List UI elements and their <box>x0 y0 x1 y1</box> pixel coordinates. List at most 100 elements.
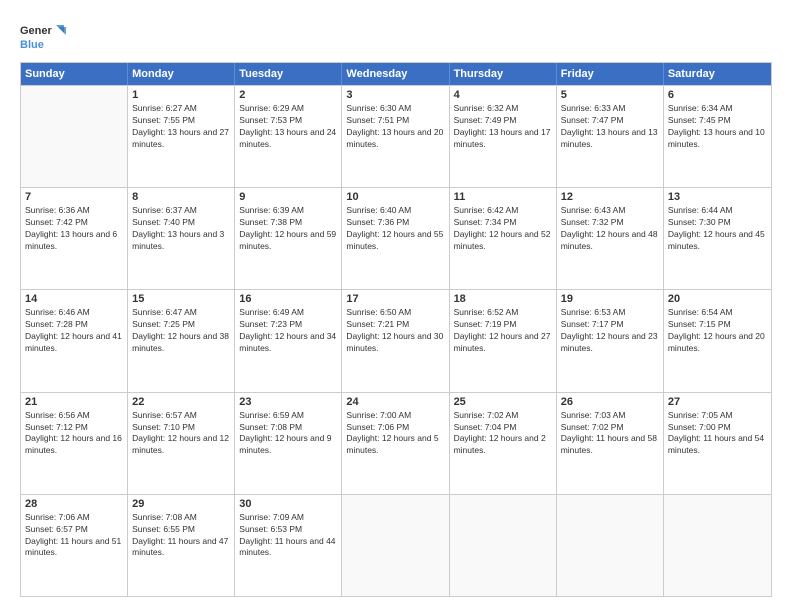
day-number-28: 28 <box>25 498 123 510</box>
day-number-19: 19 <box>561 293 659 305</box>
header-saturday: Saturday <box>664 63 771 85</box>
day-cell-20: 20 Sunrise: 6:54 AMSunset: 7:15 PMDayligh… <box>664 290 771 391</box>
day-cell-3: 3 Sunrise: 6:30 AMSunset: 7:51 PMDaylight… <box>342 86 449 187</box>
empty-cell-w5-d7 <box>664 495 771 596</box>
day-number-13: 13 <box>668 191 767 203</box>
week-row-1: 1Sunrise: 6:27 AMSunset: 7:55 PMDaylight… <box>21 85 771 187</box>
day-cell-19: 19Sunrise: 6:53 AMSunset: 7:17 PMDayligh… <box>557 290 664 391</box>
day-info-4: Sunrise: 6:32 AMSunset: 7:49 PMDaylight:… <box>454 103 552 151</box>
day-info-6: Sunrise: 6:34 AMSunset: 7:45 PMDaylight:… <box>668 103 767 151</box>
day-cell-27: 27Sunrise: 7:05 AMSunset: 7:00 PMDayligh… <box>664 393 771 494</box>
day-number-18: 18 <box>454 293 552 305</box>
day-cell-23: 23 Sunrise: 6:59 AMSunset: 7:08 PMDayligh… <box>235 393 342 494</box>
day-info-23: Sunrise: 6:59 AMSunset: 7:08 PMDaylight:… <box>239 410 337 458</box>
empty-cell-w5-d4 <box>342 495 449 596</box>
day-number-15: 15 <box>132 293 230 305</box>
day-cell-5: 5Sunrise: 6:33 AMSunset: 7:47 PMDaylight… <box>557 86 664 187</box>
day-info-17: Sunrise: 6:50 AMSunset: 7:21 PMDaylight:… <box>346 307 444 355</box>
header-tuesday: Tuesday <box>235 63 342 85</box>
day-info-22: Sunrise: 6:57 AMSunset: 7:10 PMDaylight:… <box>132 410 230 458</box>
day-number-26: 26 <box>561 396 659 408</box>
day-info-20: Sunrise: 6:54 AMSunset: 7:15 PMDaylight:… <box>668 307 767 355</box>
day-number-12: 12 <box>561 191 659 203</box>
day-number-4: 4 <box>454 89 552 101</box>
day-number-29: 29 <box>132 498 230 510</box>
day-info-9: Sunrise: 6:39 AMSunset: 7:38 PMDaylight:… <box>239 205 337 253</box>
day-cell-14: 14 Sunrise: 6:46 AMSunset: 7:28 PMDayligh… <box>21 290 128 391</box>
day-cell-1: 1Sunrise: 6:27 AMSunset: 7:55 PMDaylight… <box>128 86 235 187</box>
day-info-18: Sunrise: 6:52 AMSunset: 7:19 PMDaylight:… <box>454 307 552 355</box>
day-info-11: Sunrise: 6:42 AMSunset: 7:34 PMDaylight:… <box>454 205 552 253</box>
logo-svg: General Blue <box>20 20 52 52</box>
day-info-12: Sunrise: 6:43 AMSunset: 7:32 PMDaylight:… <box>561 205 659 253</box>
day-info-16: Sunrise: 6:49 AMSunset: 7:23 PMDaylight:… <box>239 307 337 355</box>
week-row-4: 21Sunrise: 6:56 AMSunset: 7:12 PMDayligh… <box>21 392 771 494</box>
logo-arrow <box>50 21 68 44</box>
calendar-header: SundayMondayTuesdayWednesdayThursdayFrid… <box>21 63 771 85</box>
day-cell-11: 11 Sunrise: 6:42 AMSunset: 7:34 PMDayligh… <box>450 188 557 289</box>
day-info-10: Sunrise: 6:40 AMSunset: 7:36 PMDaylight:… <box>346 205 444 253</box>
day-info-30: Sunrise: 7:09 AMSunset: 6:53 PMDaylight:… <box>239 512 337 560</box>
empty-cell-w1-d1 <box>21 86 128 187</box>
week-row-5: 28Sunrise: 7:06 AMSunset: 6:57 PMDayligh… <box>21 494 771 596</box>
day-info-26: Sunrise: 7:03 AMSunset: 7:02 PMDaylight:… <box>561 410 659 458</box>
day-cell-24: 24Sunrise: 7:00 AMSunset: 7:06 PMDayligh… <box>342 393 449 494</box>
day-number-7: 7 <box>25 191 123 203</box>
week-row-3: 14 Sunrise: 6:46 AMSunset: 7:28 PMDayligh… <box>21 289 771 391</box>
header: General Blue <box>20 20 772 52</box>
day-number-14: 14 <box>25 293 123 305</box>
day-number-23: 23 <box>239 396 337 408</box>
day-number-11: 11 <box>454 191 552 203</box>
day-cell-12: 12 Sunrise: 6:43 AMSunset: 7:32 PMDayligh… <box>557 188 664 289</box>
day-info-27: Sunrise: 7:05 AMSunset: 7:00 PMDaylight:… <box>668 410 767 458</box>
day-info-5: Sunrise: 6:33 AMSunset: 7:47 PMDaylight:… <box>561 103 659 151</box>
day-cell-26: 26 Sunrise: 7:03 AMSunset: 7:02 PMDayligh… <box>557 393 664 494</box>
day-number-10: 10 <box>346 191 444 203</box>
day-info-15: Sunrise: 6:47 AMSunset: 7:25 PMDaylight:… <box>132 307 230 355</box>
page: General Blue SundayMondayTuesdayWednesda… <box>0 0 792 612</box>
day-cell-7: 7 Sunrise: 6:36 AMSunset: 7:42 PMDaylight… <box>21 188 128 289</box>
day-cell-22: 22 Sunrise: 6:57 AMSunset: 7:10 PMDayligh… <box>128 393 235 494</box>
day-info-24: Sunrise: 7:00 AMSunset: 7:06 PMDaylight:… <box>346 410 444 458</box>
day-number-22: 22 <box>132 396 230 408</box>
day-cell-15: 15 Sunrise: 6:47 AMSunset: 7:25 PMDayligh… <box>128 290 235 391</box>
day-cell-28: 28Sunrise: 7:06 AMSunset: 6:57 PMDayligh… <box>21 495 128 596</box>
day-info-2: Sunrise: 6:29 AMSunset: 7:53 PMDaylight:… <box>239 103 337 151</box>
empty-cell-w5-d6 <box>557 495 664 596</box>
day-info-8: Sunrise: 6:37 AMSunset: 7:40 PMDaylight:… <box>132 205 230 253</box>
week-row-2: 7 Sunrise: 6:36 AMSunset: 7:42 PMDaylight… <box>21 187 771 289</box>
logo: General Blue <box>20 20 68 52</box>
day-number-20: 20 <box>668 293 767 305</box>
day-number-9: 9 <box>239 191 337 203</box>
day-number-17: 17 <box>346 293 444 305</box>
header-friday: Friday <box>557 63 664 85</box>
day-cell-29: 29Sunrise: 7:08 AMSunset: 6:55 PMDayligh… <box>128 495 235 596</box>
day-info-13: Sunrise: 6:44 AMSunset: 7:30 PMDaylight:… <box>668 205 767 253</box>
day-cell-30: 30 Sunrise: 7:09 AMSunset: 6:53 PMDayligh… <box>235 495 342 596</box>
calendar: SundayMondayTuesdayWednesdayThursdayFrid… <box>20 62 772 597</box>
header-sunday: Sunday <box>21 63 128 85</box>
day-cell-4: 4 Sunrise: 6:32 AMSunset: 7:49 PMDaylight… <box>450 86 557 187</box>
day-info-21: Sunrise: 6:56 AMSunset: 7:12 PMDaylight:… <box>25 410 123 458</box>
day-number-16: 16 <box>239 293 337 305</box>
day-cell-2: 2Sunrise: 6:29 AMSunset: 7:53 PMDaylight… <box>235 86 342 187</box>
day-info-7: Sunrise: 6:36 AMSunset: 7:42 PMDaylight:… <box>25 205 123 253</box>
day-number-1: 1 <box>132 89 230 101</box>
day-info-25: Sunrise: 7:02 AMSunset: 7:04 PMDaylight:… <box>454 410 552 458</box>
header-thursday: Thursday <box>450 63 557 85</box>
day-cell-8: 8Sunrise: 6:37 AMSunset: 7:40 PMDaylight… <box>128 188 235 289</box>
day-number-30: 30 <box>239 498 337 510</box>
day-info-14: Sunrise: 6:46 AMSunset: 7:28 PMDaylight:… <box>25 307 123 355</box>
header-monday: Monday <box>128 63 235 85</box>
day-cell-10: 10 Sunrise: 6:40 AMSunset: 7:36 PMDayligh… <box>342 188 449 289</box>
calendar-body: 1Sunrise: 6:27 AMSunset: 7:55 PMDaylight… <box>21 85 771 596</box>
day-info-3: Sunrise: 6:30 AMSunset: 7:51 PMDaylight:… <box>346 103 444 151</box>
day-cell-9: 9 Sunrise: 6:39 AMSunset: 7:38 PMDaylight… <box>235 188 342 289</box>
day-number-3: 3 <box>346 89 444 101</box>
day-cell-18: 18 Sunrise: 6:52 AMSunset: 7:19 PMDayligh… <box>450 290 557 391</box>
svg-text:General: General <box>20 25 52 37</box>
day-cell-6: 6Sunrise: 6:34 AMSunset: 7:45 PMDaylight… <box>664 86 771 187</box>
day-cell-21: 21Sunrise: 6:56 AMSunset: 7:12 PMDayligh… <box>21 393 128 494</box>
svg-text:Blue: Blue <box>20 39 44 51</box>
day-cell-13: 13 Sunrise: 6:44 AMSunset: 7:30 PMDayligh… <box>664 188 771 289</box>
